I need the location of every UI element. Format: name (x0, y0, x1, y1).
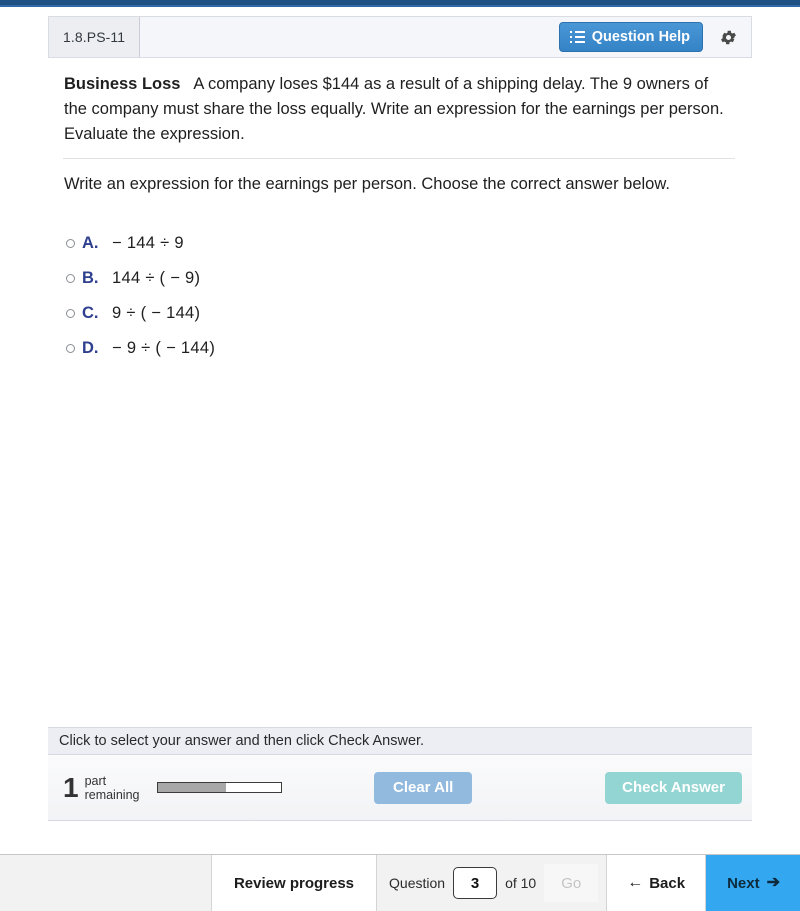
bottom-navigation-bar: Review progress Question of 10 Go ← Back… (0, 854, 800, 911)
check-answer-button[interactable]: Check Answer (605, 771, 742, 804)
answer-choice-d[interactable]: D. − 9 ÷ ( − 144) (66, 331, 736, 366)
parts-remaining: 1 part remaining (63, 771, 140, 803)
question-card-body: Business Loss A company loses $144 as a … (48, 58, 752, 366)
answer-choice-list: A. − 144 ÷ 9 B. 144 ÷ ( − 9) C. 9 ÷ ( − … (62, 226, 736, 366)
instruction-text: Click to select your answer and then cli… (59, 733, 425, 749)
arrow-left-icon: ← (627, 874, 644, 891)
choice-letter-d: D. (82, 339, 99, 357)
status-area: Click to select your answer and then cli… (48, 727, 752, 821)
answer-choice-a[interactable]: A. − 144 ÷ 9 (66, 226, 736, 261)
choice-expression-c: 9 ÷ ( − 144) (112, 304, 201, 322)
go-label: Go (561, 874, 582, 892)
answer-choice-b[interactable]: B. 144 ÷ ( − 9) (66, 261, 736, 296)
question-help-button[interactable]: Question Help (558, 22, 703, 52)
question-number-input[interactable] (453, 867, 498, 899)
clear-all-button[interactable]: Clear All (374, 771, 473, 804)
choice-expression-d: − 9 ÷ ( − 144) (112, 339, 216, 357)
review-progress-label: Review progress (233, 874, 355, 892)
action-bar: 1 part remaining Clear All Check Answer (48, 755, 752, 821)
settings-gear-button[interactable] (711, 20, 745, 54)
review-progress-button[interactable]: Review progress (210, 855, 378, 911)
clear-all-label: Clear All (393, 779, 454, 796)
app-top-strip-highlight (0, 5, 800, 7)
list-icon (569, 31, 585, 43)
choice-letter-b: B. (82, 269, 99, 287)
question-help-label: Question Help (591, 29, 690, 45)
instruction-bar: Click to select your answer and then cli… (48, 727, 752, 755)
back-button[interactable]: ← Back (606, 855, 707, 911)
choice-letter-a: A. (82, 234, 99, 252)
next-button[interactable]: Next ➔ (706, 855, 800, 911)
answer-choice-c[interactable]: C. 9 ÷ ( − 144) (66, 296, 736, 331)
question-stem: Business Loss A company loses $144 as a … (62, 72, 736, 158)
radio-button-b[interactable] (66, 274, 75, 283)
question-card: 1.8.PS-11 Question Help Business Loss A … (48, 16, 752, 366)
progress-bar-fill (158, 783, 227, 792)
next-label: Next (727, 874, 760, 892)
stem-divider (63, 158, 735, 159)
radio-button-d[interactable] (66, 344, 75, 353)
choice-letter-c: C. (82, 304, 99, 322)
parts-remaining-line1: part (84, 773, 107, 788)
exercise-page: 1.8.PS-11 Question Help Business Loss A … (0, 0, 800, 911)
check-answer-label: Check Answer (622, 779, 725, 796)
progress-bar (157, 782, 283, 793)
question-jump-group: Question of 10 Go (377, 855, 607, 911)
question-word-label: Question (389, 875, 446, 891)
radio-button-c[interactable] (66, 309, 75, 318)
parts-remaining-line2: remaining (84, 787, 140, 802)
choice-expression-a: − 144 ÷ 9 (112, 234, 184, 252)
question-total-label: of 10 (505, 875, 537, 891)
back-label: Back (649, 874, 686, 892)
radio-button-a[interactable] (66, 239, 75, 248)
question-prompt: Write an expression for the earnings per… (64, 175, 670, 193)
question-stem-title: Business Loss (64, 75, 181, 93)
parts-remaining-count: 1 (63, 771, 79, 803)
question-id-label: 1.8.PS-11 (63, 29, 126, 45)
go-button[interactable]: Go (544, 864, 599, 902)
question-card-header: 1.8.PS-11 Question Help (48, 16, 752, 58)
arrow-right-icon: ➔ (766, 874, 780, 891)
parts-remaining-label: part remaining (85, 774, 140, 802)
question-id-tab: 1.8.PS-11 (49, 17, 141, 57)
choice-expression-b: 144 ÷ ( − 9) (112, 269, 201, 287)
gear-icon (720, 30, 736, 44)
